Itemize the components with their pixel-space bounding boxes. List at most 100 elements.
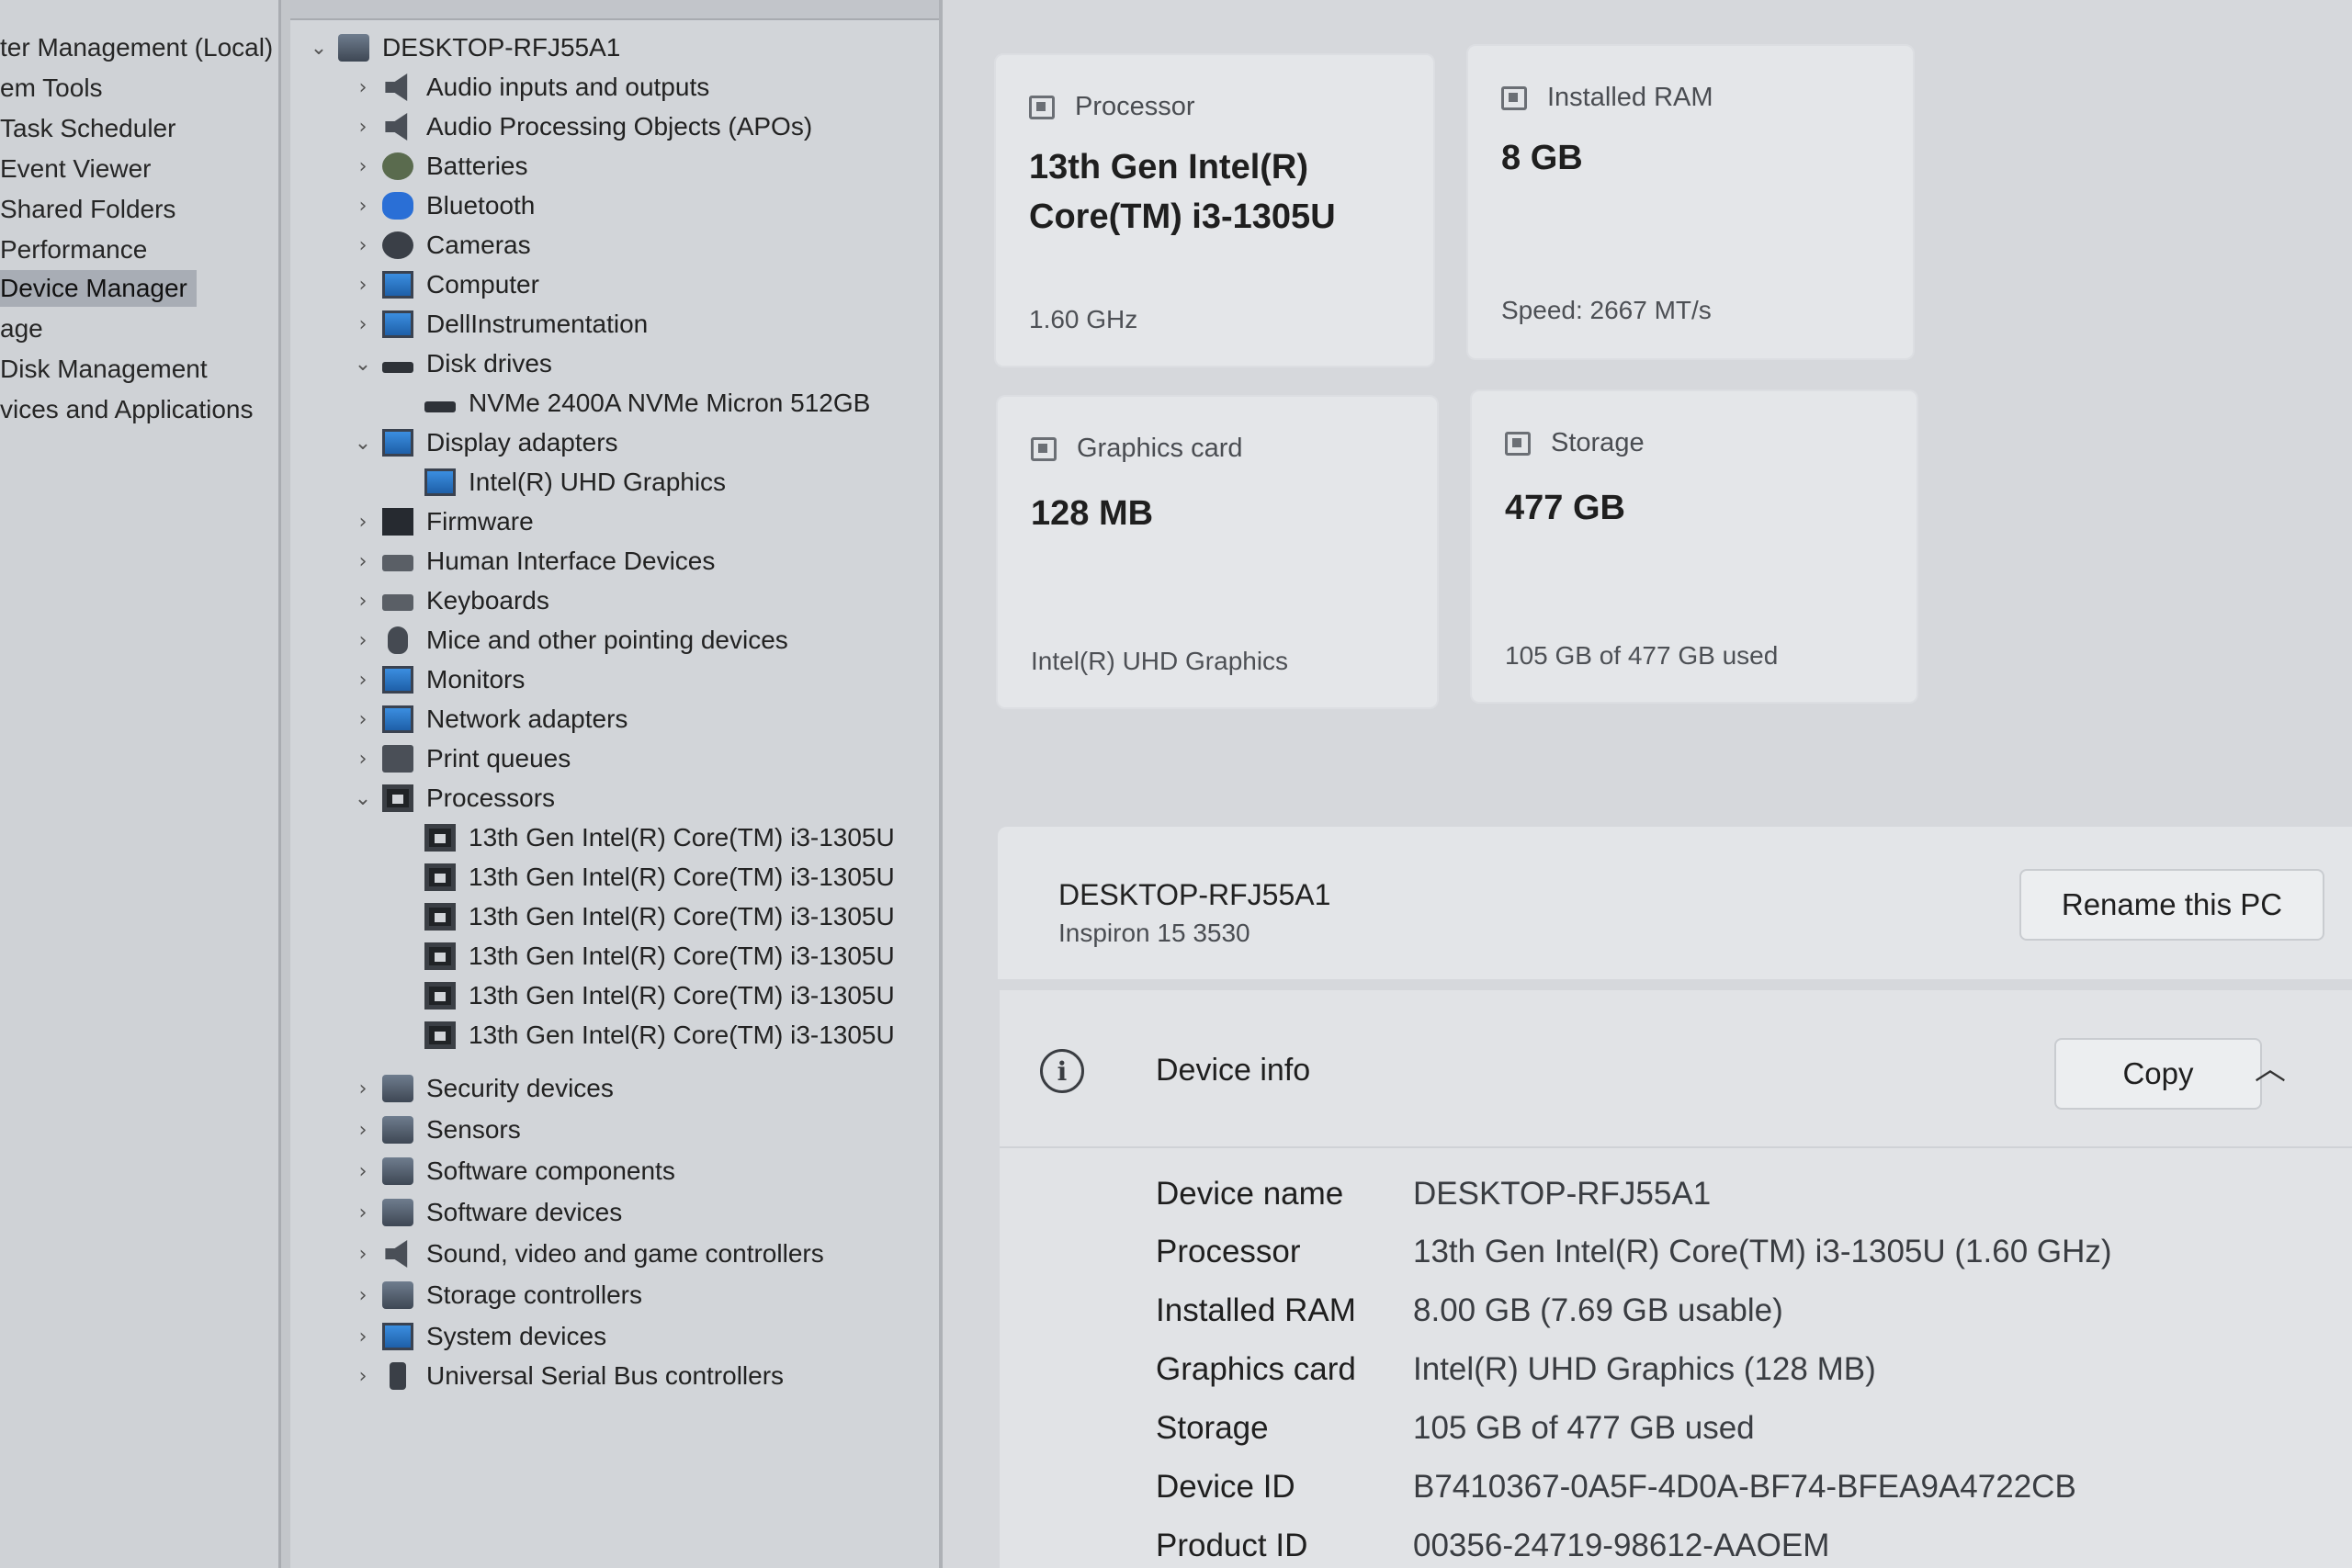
chevron-right-icon[interactable]: › <box>349 708 377 731</box>
tree-category-network-adapters[interactable]: › Network adapters <box>349 701 628 738</box>
console-item-performance[interactable]: Performance <box>0 231 147 268</box>
pane-splitter[interactable] <box>281 0 290 1568</box>
info-value[interactable]: 105 GB of 477 GB used <box>1413 1410 1755 1447</box>
chevron-right-icon[interactable]: › <box>349 234 377 257</box>
tree-device-processor[interactable]: 13th Gen Intel(R) Core(TM) i3-1305U <box>419 977 895 1014</box>
rename-pc-button[interactable]: Rename this PC <box>2019 869 2324 941</box>
console-item-storage[interactable]: age <box>0 310 43 347</box>
info-value[interactable]: Intel(R) UHD Graphics (128 MB) <box>1413 1351 1876 1388</box>
tree-category-storage-controllers[interactable]: › Storage controllers <box>349 1277 642 1314</box>
tree-device-nvme[interactable]: NVMe 2400A NVMe Micron 512GB <box>419 385 870 422</box>
chevron-right-icon[interactable]: › <box>349 1119 377 1142</box>
ram-icon <box>1501 85 1527 110</box>
chevron-right-icon[interactable]: › <box>349 313 377 336</box>
info-value[interactable]: B7410367-0A5F-4D0A-BF74-BFEA9A4722CB <box>1413 1469 2076 1506</box>
tree-category-dellinstrumentation[interactable]: › DellInstrumentation <box>349 306 648 343</box>
tree-category-cameras[interactable]: › Cameras <box>349 227 531 264</box>
chevron-down-icon[interactable]: ⌄ <box>305 37 333 60</box>
tree-category-computer[interactable]: › Computer <box>349 266 539 303</box>
chevron-down-icon[interactable]: ⌄ <box>349 432 377 455</box>
spec-card-sub: 105 GB of 477 GB used <box>1505 641 1779 670</box>
chevron-right-icon[interactable]: › <box>349 1325 377 1348</box>
chevron-right-icon[interactable]: › <box>349 590 377 613</box>
chevron-right-icon[interactable]: › <box>349 195 377 218</box>
tree-category-system-devices[interactable]: › System devices <box>349 1318 606 1355</box>
chevron-right-icon[interactable]: › <box>349 1365 377 1388</box>
tree-category-disk-drives[interactable]: ⌄ Disk drives <box>349 345 552 382</box>
chevron-right-icon[interactable]: › <box>349 1201 377 1224</box>
tree-category-monitors[interactable]: › Monitors <box>349 661 525 698</box>
chevron-down-icon[interactable]: ⌄ <box>349 353 377 376</box>
console-item-disk-management[interactable]: Disk Management <box>0 351 208 388</box>
tree-category-keyboards[interactable]: › Keyboards <box>349 582 549 619</box>
tree-category-label: Computer <box>426 270 539 299</box>
tree-category-print-queues[interactable]: › Print queues <box>349 740 571 777</box>
copy-button[interactable]: Copy <box>2054 1038 2262 1110</box>
tree-device-processor[interactable]: 13th Gen Intel(R) Core(TM) i3-1305U <box>419 859 895 896</box>
tree-category-batteries[interactable]: › Batteries <box>349 148 528 185</box>
chevron-right-icon[interactable]: › <box>349 155 377 178</box>
screen: ter Management (Local) em Tools Task Sch… <box>0 0 2352 1568</box>
tree-category-software-components[interactable]: › Software components <box>349 1153 675 1190</box>
tree-category-audio-inputs[interactable]: › Audio inputs and outputs <box>349 69 709 106</box>
chevron-right-icon[interactable]: › <box>349 511 377 534</box>
info-value[interactable]: 00356-24719-98612-AAOEM <box>1413 1528 1829 1564</box>
spec-card-title: Graphics card <box>1077 434 1243 463</box>
tree-category-security-devices[interactable]: › Security devices <box>349 1070 614 1107</box>
device-info-header[interactable]: i Device info Copy ︿ <box>1000 990 2352 1148</box>
chevron-right-icon[interactable]: › <box>349 669 377 692</box>
tree-device-uhd-graphics[interactable]: Intel(R) UHD Graphics <box>419 464 726 501</box>
console-item-services-and-applications[interactable]: vices and Applications <box>0 391 254 428</box>
tree-root[interactable]: ⌄ DESKTOP-RFJ55A1 <box>305 29 620 66</box>
tree-device-processor[interactable]: 13th Gen Intel(R) Core(TM) i3-1305U <box>419 898 895 935</box>
tree-category-usb-controllers[interactable]: › Universal Serial Bus controllers <box>349 1358 784 1394</box>
tree-category-apos[interactable]: › Audio Processing Objects (APOs) <box>349 108 812 145</box>
info-value[interactable]: 8.00 GB (7.69 GB usable) <box>1413 1292 1783 1329</box>
info-label: Product ID <box>1156 1528 1308 1563</box>
chevron-right-icon[interactable]: › <box>349 629 377 652</box>
chevron-right-icon[interactable]: › <box>349 550 377 573</box>
info-value[interactable]: DESKTOP-RFJ55A1 <box>1413 1176 1711 1213</box>
tree-category-software-devices[interactable]: › Software devices <box>349 1194 622 1231</box>
tree-category-mice[interactable]: › Mice and other pointing devices <box>349 622 788 659</box>
chevron-right-icon[interactable]: › <box>349 274 377 297</box>
console-item-shared-folders[interactable]: Shared Folders <box>0 191 175 228</box>
chevron-down-icon[interactable]: ⌄ <box>349 787 377 810</box>
monitor-icon <box>424 468 456 496</box>
tree-category-bluetooth[interactable]: › Bluetooth <box>349 187 535 224</box>
chevron-right-icon[interactable]: › <box>349 116 377 139</box>
spec-card-value: 128 MB <box>1031 494 1154 533</box>
chevron-right-icon[interactable]: › <box>349 1284 377 1307</box>
tree-category-label: Audio Processing Objects (APOs) <box>426 112 813 141</box>
console-item-system-tools[interactable]: em Tools <box>0 70 103 107</box>
tree-category-display-adapters[interactable]: ⌄ Display adapters <box>349 424 618 461</box>
tree-category-sound-video[interactable]: › Sound, video and game controllers <box>349 1235 824 1272</box>
console-item-computer-management[interactable]: ter Management (Local) <box>0 29 273 66</box>
chevron-right-icon[interactable]: › <box>349 76 377 99</box>
tree-category-label: DellInstrumentation <box>426 310 649 338</box>
tree-device-processor[interactable]: 13th Gen Intel(R) Core(TM) i3-1305U <box>419 1017 895 1054</box>
tree-category-label: Disk drives <box>426 349 552 378</box>
tree-device-label: 13th Gen Intel(R) Core(TM) i3-1305U <box>469 863 895 891</box>
info-row-graphics-card: Graphics card Intel(R) UHD Graphics (128… <box>1156 1347 1876 1393</box>
console-item-device-manager[interactable]: Device Manager <box>0 270 197 307</box>
info-value[interactable]: 13th Gen Intel(R) Core(TM) i3-1305U (1.6… <box>1413 1234 2112 1270</box>
console-item-task-scheduler[interactable]: Task Scheduler <box>0 110 175 147</box>
chevron-right-icon[interactable]: › <box>349 1077 377 1100</box>
info-row-processor: Processor 13th Gen Intel(R) Core(TM) i3-… <box>1156 1229 2112 1275</box>
tree-device-processor[interactable]: 13th Gen Intel(R) Core(TM) i3-1305U <box>419 819 895 856</box>
console-item-event-viewer[interactable]: Event Viewer <box>0 151 151 187</box>
chevron-right-icon[interactable]: › <box>349 1243 377 1266</box>
tree-category-hid[interactable]: › Human Interface Devices <box>349 543 716 580</box>
chevron-right-icon[interactable]: › <box>349 1160 377 1183</box>
tree-device-processor[interactable]: 13th Gen Intel(R) Core(TM) i3-1305U <box>419 938 895 975</box>
chevron-up-icon[interactable]: ︿ <box>2255 1043 2286 1089</box>
chip-icon <box>424 1021 456 1049</box>
tree-category-firmware[interactable]: › Firmware <box>349 503 534 540</box>
monitor-icon <box>382 310 413 338</box>
chevron-right-icon[interactable]: › <box>349 748 377 771</box>
tree-category-label: Keyboards <box>426 586 549 615</box>
tree-category-processors[interactable]: ⌄ Processors <box>349 780 555 817</box>
tree-category-sensors[interactable]: › Sensors <box>349 1111 521 1148</box>
tree-category-label: Audio inputs and outputs <box>426 73 710 101</box>
